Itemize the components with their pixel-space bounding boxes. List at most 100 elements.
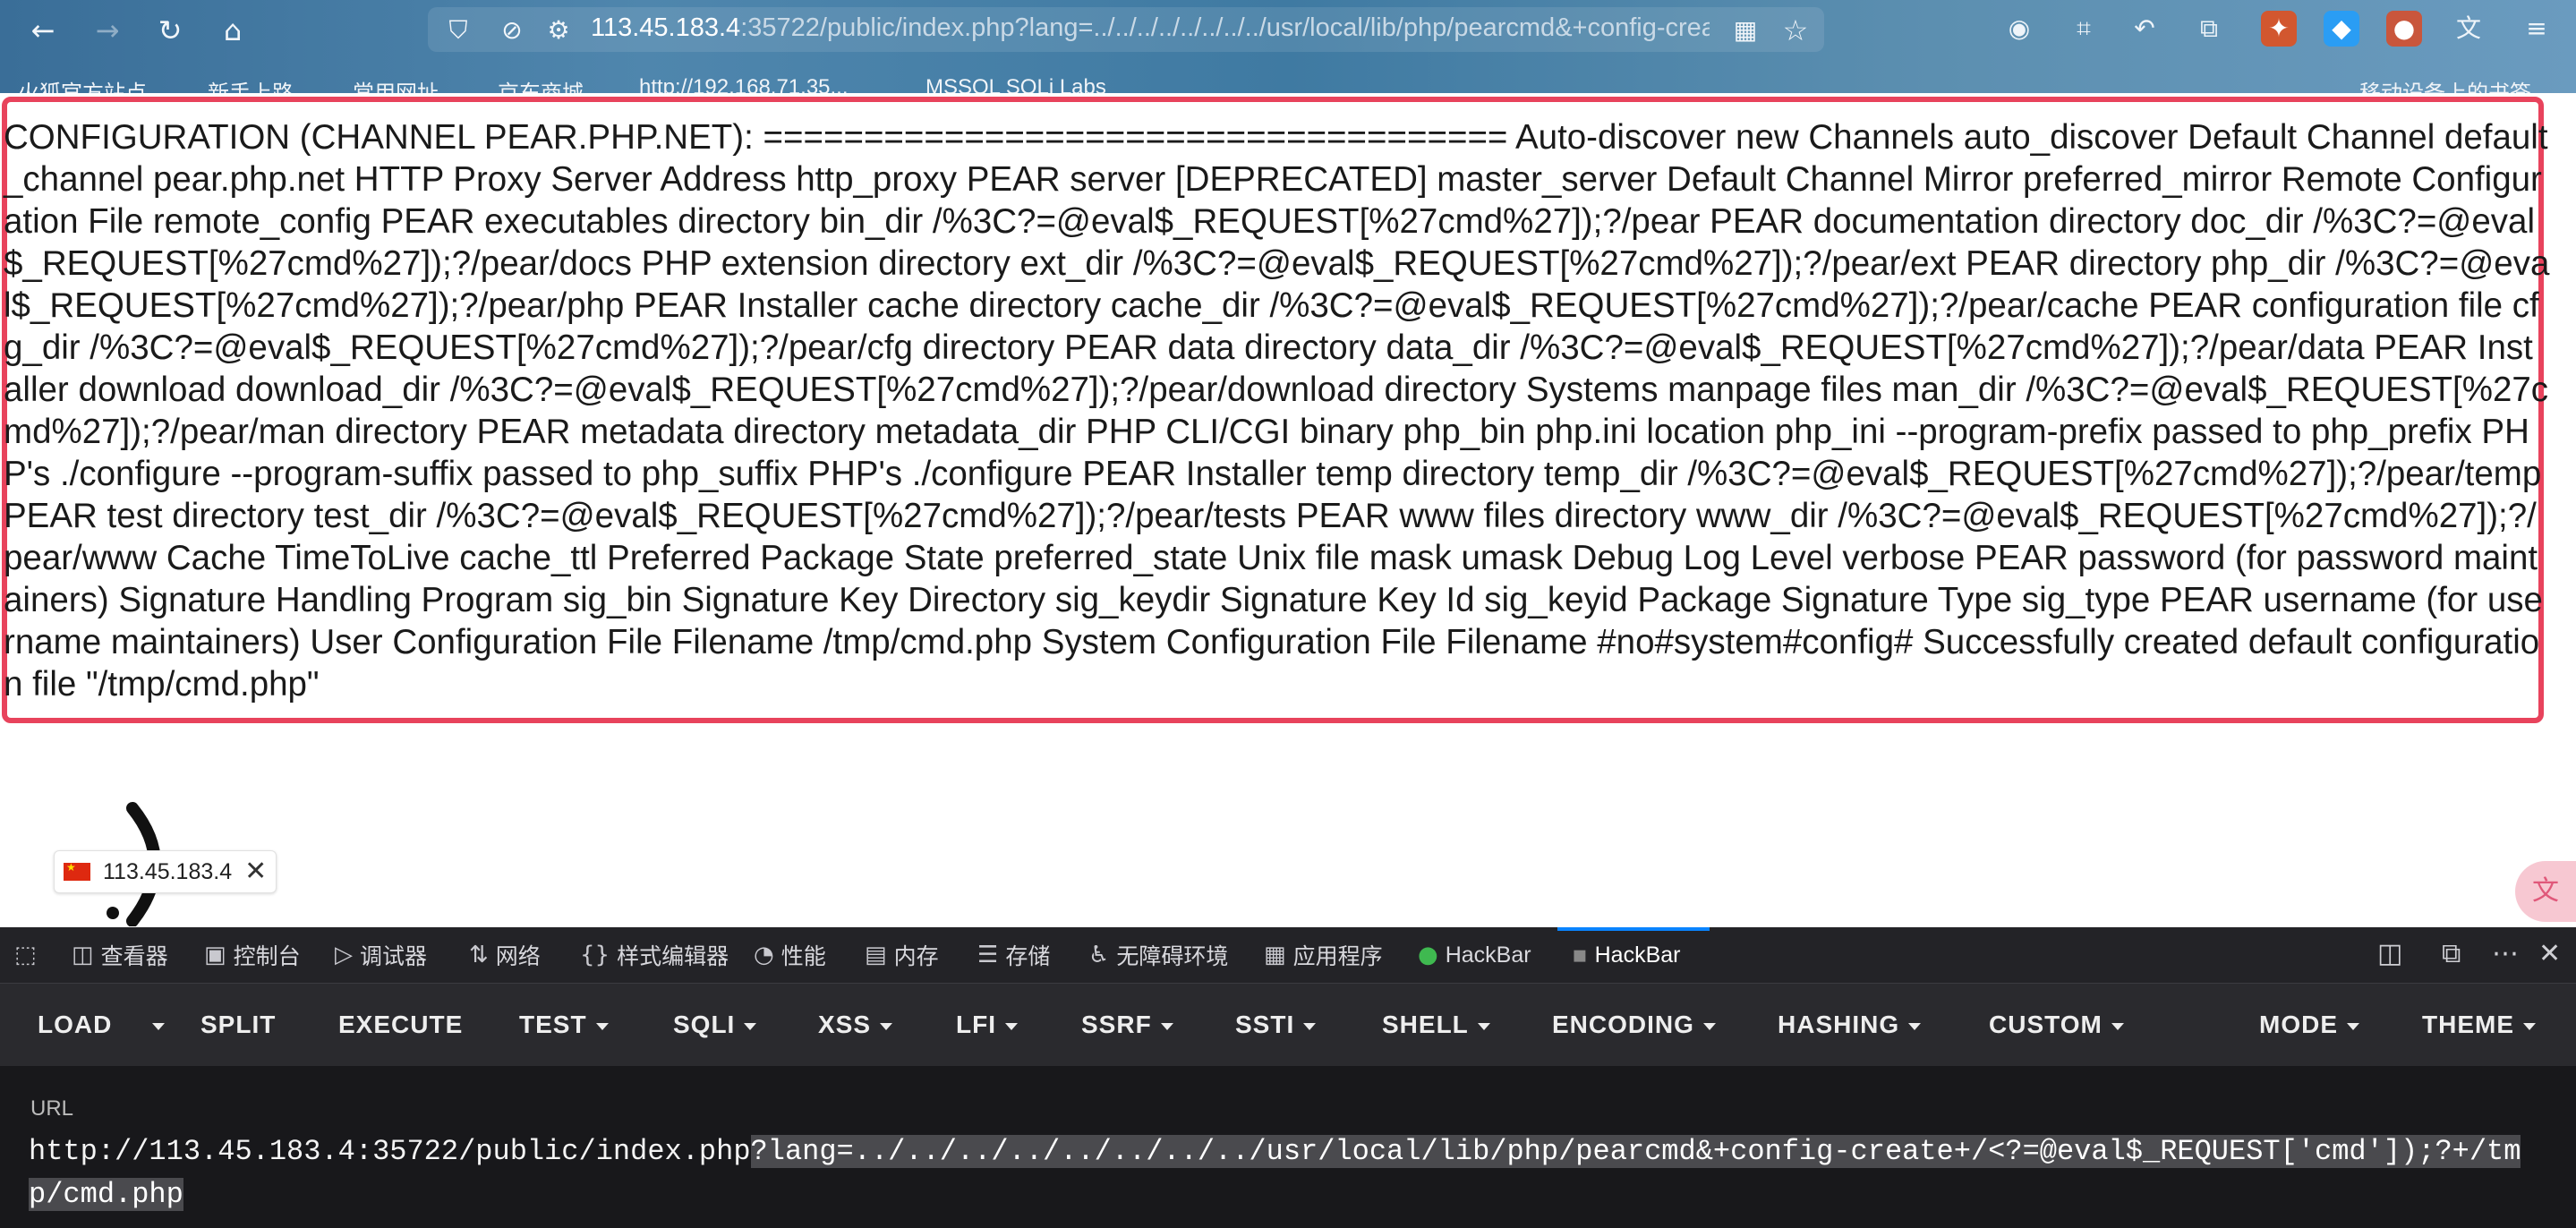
element-picker-icon[interactable]: ⬚ bbox=[14, 938, 37, 972]
load-button[interactable]: LOAD bbox=[38, 1011, 112, 1039]
extension-icon[interactable]: ⧉ bbox=[2191, 11, 2227, 47]
execute-button[interactable]: EXECUTE bbox=[338, 1011, 463, 1039]
menu-label: HASHING bbox=[1778, 1011, 1900, 1038]
tab-memory[interactable]: ▤ 内存 bbox=[865, 938, 939, 972]
chevron-down-icon bbox=[744, 1022, 757, 1030]
test-menu[interactable]: TEST bbox=[519, 1011, 609, 1039]
tab-label: 无障碍环境 bbox=[1116, 944, 1229, 969]
tab-label: 查看器 bbox=[100, 944, 168, 969]
encoding-menu[interactable]: ENCODING bbox=[1552, 1011, 1716, 1039]
tab-hackbar-2[interactable]: ▪ HackBar bbox=[1572, 938, 1681, 972]
ssti-menu[interactable]: SSTI bbox=[1235, 1011, 1317, 1039]
cat-extension-icon[interactable]: ● bbox=[2386, 11, 2422, 47]
chevron-down-icon bbox=[1005, 1022, 1018, 1030]
lfi-menu[interactable]: LFI bbox=[956, 1011, 1018, 1039]
tab-accessibility[interactable]: ♿ 无障碍环境 bbox=[1088, 938, 1228, 972]
custom-menu[interactable]: CUSTOM bbox=[1989, 1011, 2124, 1039]
tab-storage[interactable]: ☰ 存储 bbox=[977, 938, 1050, 972]
devtools-tabbar: ⬚ ◫ 查看器 ▣ 控制台 ▷ 调试器 ⇅ 网络 {} 样式编辑器 ◔ 性能 ▤ 内存 ☰ 存储… bbox=[0, 927, 2576, 984]
dock-icon[interactable]: ◫ bbox=[2377, 938, 2402, 969]
site-info-icon[interactable]: ⚙ bbox=[541, 13, 576, 48]
translate-fab-icon[interactable]: 文 bbox=[2515, 861, 2576, 922]
bookmark-item[interactable]: 京东商城 bbox=[498, 75, 584, 93]
ssrf-menu[interactable]: SSRF bbox=[1081, 1011, 1173, 1039]
menu-label: SSRF bbox=[1081, 1011, 1152, 1038]
tab-label: 调试器 bbox=[360, 944, 428, 969]
crop-icon[interactable]: ⌗ bbox=[2066, 11, 2102, 47]
chevron-down-icon bbox=[152, 1022, 165, 1030]
chevron-down-icon bbox=[1702, 1022, 1716, 1030]
qr-code-icon[interactable]: ▦ bbox=[1727, 13, 1763, 48]
tab-application[interactable]: ▦ 应用程序 bbox=[1264, 938, 1383, 972]
tab-label: 控制台 bbox=[233, 944, 301, 969]
tab-inspector[interactable]: ◫ 查看器 bbox=[72, 938, 168, 972]
close-icon[interactable]: ✕ bbox=[244, 858, 267, 885]
style-editor-icon: {} bbox=[580, 942, 610, 968]
tab-label: 样式编辑器 bbox=[617, 944, 729, 969]
url-base-text: http://113.45.183.4:35722/public/index.p… bbox=[29, 1135, 751, 1168]
menu-label: ENCODING bbox=[1552, 1011, 1694, 1038]
tab-label: 网络 bbox=[495, 944, 541, 969]
tab-debugger[interactable]: ▷ 调试器 bbox=[335, 938, 427, 972]
menu-label: SHELL bbox=[1382, 1011, 1469, 1038]
xss-menu[interactable]: XSS bbox=[818, 1011, 893, 1039]
menu-label: CUSTOM bbox=[1989, 1011, 2103, 1038]
url-text[interactable]: 113.45.183.4:35722/public/index.php?lang… bbox=[591, 13, 1710, 43]
network-icon: ⇅ bbox=[469, 942, 489, 968]
bookmark-item[interactable]: MSSQL SQLi Labs bbox=[925, 75, 1106, 93]
debugger-icon: ▷ bbox=[335, 942, 353, 968]
bookmark-star-icon[interactable]: ☆ bbox=[1778, 13, 1813, 48]
tab-label: HackBar bbox=[1594, 942, 1681, 968]
tab-label: 内存 bbox=[893, 944, 939, 969]
reload-icon[interactable]: ↻ bbox=[152, 13, 188, 48]
sqli-menu[interactable]: SQLI bbox=[673, 1011, 757, 1039]
tab-performance[interactable]: ◔ 性能 bbox=[754, 938, 826, 972]
shield-icon[interactable]: ⛉ bbox=[440, 13, 476, 48]
chevron-down-icon bbox=[2111, 1022, 2124, 1030]
url-host: 113.45.183.4 bbox=[591, 13, 741, 42]
url-input[interactable]: http://113.45.183.4:35722/public/index.p… bbox=[29, 1130, 2553, 1216]
bookmark-item[interactable]: http://192.168.71.35... bbox=[639, 75, 849, 93]
load-dropdown[interactable] bbox=[143, 1011, 165, 1039]
permissions-icon[interactable]: ⊘ bbox=[494, 13, 530, 48]
console-icon: ▣ bbox=[204, 942, 226, 968]
split-button[interactable]: SPLIT bbox=[200, 1011, 276, 1039]
hackbar-body: URL http://113.45.183.4:35722/public/ind… bbox=[0, 1066, 2576, 1228]
shell-menu[interactable]: SHELL bbox=[1382, 1011, 1490, 1039]
menu-label: TEST bbox=[519, 1011, 587, 1038]
bookmark-item[interactable]: 常用网址 bbox=[353, 75, 439, 93]
close-devtools-icon[interactable]: ✕ bbox=[2538, 938, 2561, 969]
fox-extension-icon[interactable]: ✦ bbox=[2261, 11, 2297, 47]
inspector-icon: ◫ bbox=[72, 942, 94, 968]
bookmarks-bar: 火狐官方站点 新手上路 常用网址 京东商城 http://192.168.71.… bbox=[0, 72, 2576, 93]
navigation-row: ← → ↻ ⌂ ⛉ ⊘ ⚙ 113.45.183.4:35722/public/… bbox=[0, 0, 2576, 59]
chevron-down-icon bbox=[595, 1022, 609, 1030]
window-icon[interactable]: ⧉ bbox=[2442, 938, 2461, 969]
tab-hackbar-1[interactable]: ● HackBar bbox=[1418, 938, 1531, 972]
bookmark-item[interactable]: 新手上路 bbox=[208, 75, 294, 93]
translate-icon[interactable]: 文 bbox=[2451, 11, 2486, 47]
account-icon[interactable]: ◉ bbox=[2001, 11, 2037, 47]
undo-icon[interactable]: ↶ bbox=[2127, 11, 2162, 47]
home-icon[interactable]: ⌂ bbox=[215, 13, 251, 48]
hashing-menu[interactable]: HASHING bbox=[1778, 1011, 1922, 1039]
url-path: :35722/public/index.php?lang=../../../..… bbox=[740, 13, 1710, 42]
tab-style-editor[interactable]: {} 样式编辑器 bbox=[580, 938, 729, 972]
mode-menu[interactable]: MODE bbox=[2259, 1011, 2359, 1039]
performance-icon: ◔ bbox=[754, 942, 774, 968]
chevron-down-icon bbox=[1477, 1022, 1490, 1030]
forward-icon[interactable]: → bbox=[90, 13, 125, 48]
bookmark-item[interactable]: 火狐官方站点 bbox=[18, 75, 147, 93]
hackbar-dark-icon: ▪ bbox=[1572, 942, 1588, 968]
menu-label: XSS bbox=[818, 1011, 872, 1038]
more-options-icon[interactable]: ⋯ bbox=[2492, 938, 2519, 969]
theme-menu[interactable]: THEME bbox=[2422, 1011, 2536, 1039]
menu-icon[interactable]: ≡ bbox=[2519, 11, 2555, 47]
back-icon[interactable]: ← bbox=[25, 13, 61, 48]
tab-network[interactable]: ⇅ 网络 bbox=[469, 938, 541, 972]
color-extension-icon[interactable]: ◆ bbox=[2324, 11, 2359, 47]
memory-icon: ▤ bbox=[865, 942, 887, 968]
tab-console[interactable]: ▣ 控制台 bbox=[204, 938, 301, 972]
chevron-down-icon bbox=[1160, 1022, 1173, 1030]
bookmark-item[interactable]: 移动设备上的书签 bbox=[2359, 75, 2531, 93]
